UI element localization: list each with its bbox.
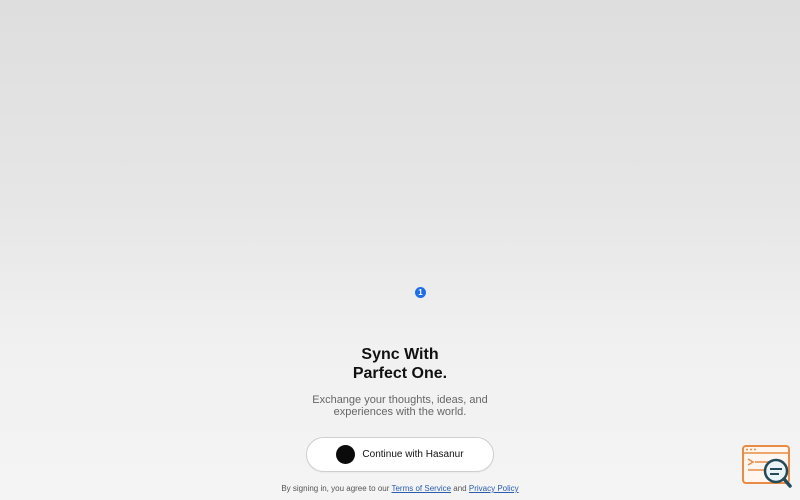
continue-button-label: Continue with Hasanur: [362, 449, 464, 460]
title-line-2: Parfect One.: [352, 365, 448, 382]
search-inspector-icon: [742, 445, 792, 488]
sign-in-panel: Sync With Parfect One. Exchange your tho…: [0, 345, 800, 494]
continue-with-account-button[interactable]: Continue with Hasanur: [306, 437, 494, 472]
inspector-widget-button[interactable]: [741, 444, 793, 490]
terms-prefix: By signing in, you agree to our: [281, 484, 390, 493]
title-line-1: Sync With: [361, 346, 439, 363]
avatar: [336, 445, 356, 464]
terms-notice: By signing in, you agree to our Terms of…: [281, 484, 518, 494]
page-title: Sync With Parfect One.: [353, 345, 447, 383]
terms-conjunction: and: [453, 484, 467, 493]
privacy-policy-link[interactable]: Privacy Policy: [469, 484, 519, 493]
page-subtitle: Exchange your thoughts, ideas, and exper…: [312, 394, 488, 418]
notification-badge[interactable]: 1: [415, 287, 426, 298]
terms-of-service-link[interactable]: Terms of Service: [391, 484, 451, 493]
